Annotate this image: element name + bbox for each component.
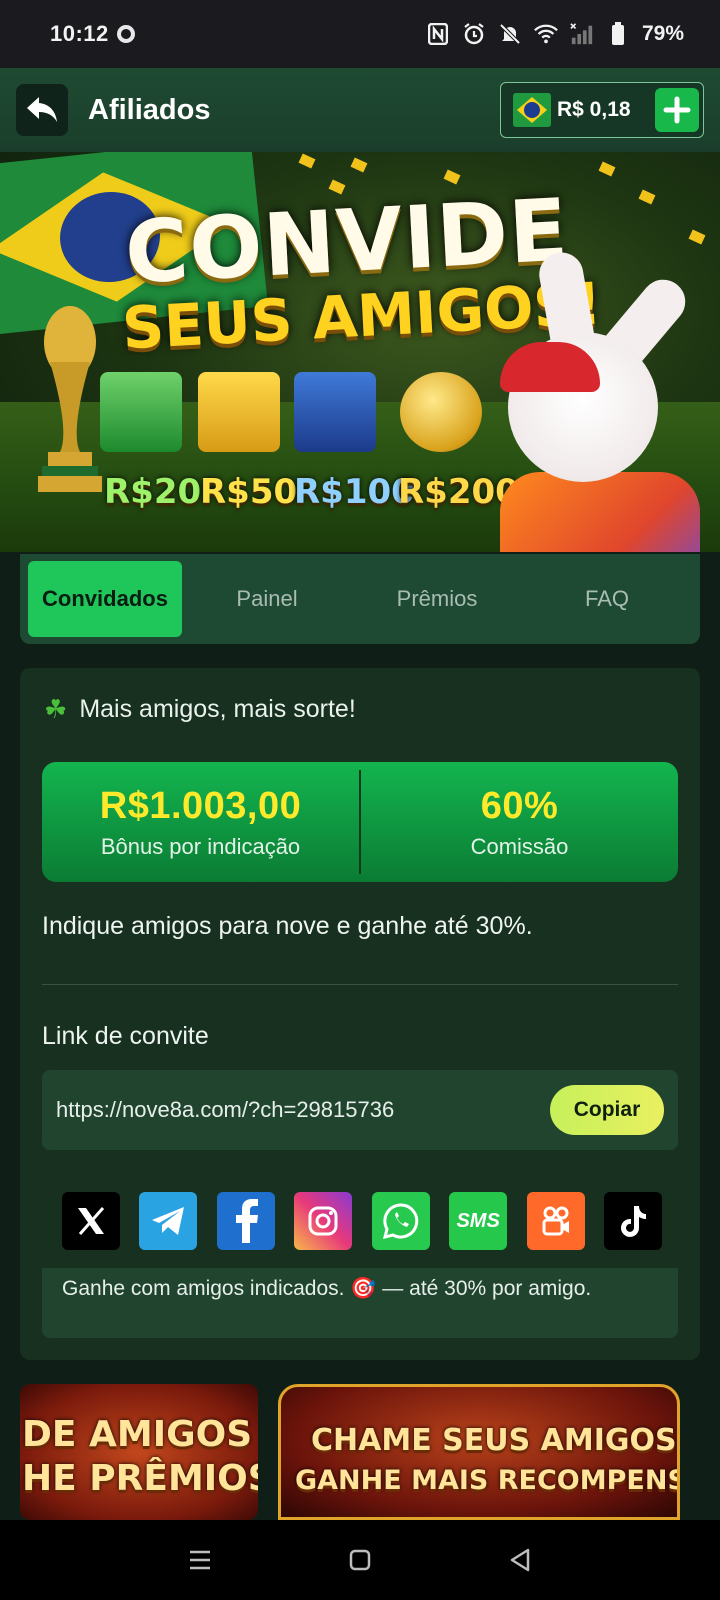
prize-label-1: R$20 xyxy=(104,472,202,512)
x-icon[interactable] xyxy=(62,1192,120,1250)
tab-premios[interactable]: Prêmios xyxy=(352,561,522,637)
back-button[interactable] xyxy=(16,84,68,136)
invite-card: ☘ Mais amigos, mais sorte! R$1.003,00 Bô… xyxy=(20,668,700,1360)
sms-label: SMS xyxy=(456,1209,500,1232)
golden-ball-icon xyxy=(400,372,482,452)
commission-stat: 60% Comissão xyxy=(361,762,678,882)
tab-painel[interactable]: Painel xyxy=(182,561,352,637)
home-icon xyxy=(349,1549,371,1571)
brazil-flag-icon xyxy=(513,93,551,127)
tagline: ☘ Mais amigos, mais sorte! xyxy=(44,694,356,725)
balance-widget[interactable]: R$ 0,18 xyxy=(500,82,704,138)
back-arrow-icon xyxy=(27,97,57,122)
system-nav-bar xyxy=(0,1520,720,1600)
promo-left-line2: HE PRÊMIOS xyxy=(22,1458,258,1499)
promo-right-line2: GANHE MAIS RECOMPENSAS xyxy=(295,1465,677,1496)
treasure-chest-icon xyxy=(294,372,376,452)
footer-note: Ganhe com amigos indicados. 🎯 — até 30% … xyxy=(42,1268,678,1338)
tab-convidados[interactable]: Convidados xyxy=(28,561,182,637)
tab-faq[interactable]: FAQ xyxy=(522,561,692,637)
nfc-icon xyxy=(426,22,450,46)
balance-amount: R$ 0,18 xyxy=(557,98,631,121)
signal-icon xyxy=(570,22,594,46)
battery-percent: 79% xyxy=(641,22,684,45)
invite-link-box: https://nove8a.com/?ch=29815736 Copiar xyxy=(42,1070,678,1150)
home-button[interactable] xyxy=(340,1540,380,1580)
page-title: Afiliados xyxy=(88,93,211,126)
facebook-icon[interactable] xyxy=(216,1192,275,1250)
clover-icon: ☘ xyxy=(44,694,68,724)
instagram-icon[interactable] xyxy=(294,1192,353,1250)
promo-banner-left[interactable]: DE AMIGOS HE PRÊMIOS xyxy=(20,1384,258,1520)
referral-bonus-stat: R$1.003,00 Bônus por indicação xyxy=(42,762,359,882)
promo-banner-right[interactable]: CHAME SEUS AMIGOS GANHE MAIS RECOMPENSAS xyxy=(278,1384,680,1520)
back-triangle-icon xyxy=(510,1548,530,1572)
mute-icon xyxy=(498,22,522,46)
menu-icon xyxy=(190,1550,210,1570)
commission-value: 60% xyxy=(480,784,559,827)
sms-icon[interactable]: SMS xyxy=(449,1192,508,1250)
alarm-icon xyxy=(462,22,486,46)
recent-apps-button[interactable] xyxy=(180,1540,220,1580)
trophy-icon xyxy=(38,306,102,492)
status-icons: 79% xyxy=(426,22,684,46)
deposit-button[interactable] xyxy=(655,88,699,132)
cash-stack-icon xyxy=(100,372,182,452)
whatsapp-icon[interactable] xyxy=(371,1192,430,1250)
status-time: 10:12 xyxy=(50,21,109,46)
stats-panel: R$1.003,00 Bônus por indicação 60% Comis… xyxy=(42,762,678,882)
referral-bonus-label: Bônus por indicação xyxy=(100,833,301,859)
info-text: Indique amigos para nove e ganhe até 30%… xyxy=(42,912,533,940)
back-nav-button[interactable] xyxy=(500,1540,540,1580)
plus-icon xyxy=(663,96,691,124)
prize-label-3: R$100 xyxy=(294,472,415,512)
divider xyxy=(42,984,678,985)
tagline-text: Mais amigos, mais sorte! xyxy=(79,695,356,723)
chrome-icon xyxy=(116,25,135,43)
rabbit-mascot-body xyxy=(500,472,700,552)
tab-bar: Convidados Painel Prêmios FAQ xyxy=(20,554,700,644)
gift-box-icon xyxy=(198,372,280,452)
promo-left-line1: DE AMIGOS xyxy=(22,1414,253,1455)
telegram-icon[interactable] xyxy=(139,1192,198,1250)
battery-icon xyxy=(606,22,630,46)
app-header: Afiliados R$ 0,18 xyxy=(0,68,720,152)
invite-link-label: Link de convite xyxy=(42,1022,209,1050)
invite-link-url[interactable]: https://nove8a.com/?ch=29815736 xyxy=(56,1097,394,1123)
kwai-icon[interactable] xyxy=(526,1192,585,1250)
referral-bonus-value: R$1.003,00 xyxy=(99,784,302,827)
tiktok-icon[interactable] xyxy=(603,1192,662,1250)
share-buttons: SMS xyxy=(62,1192,662,1250)
wifi-icon xyxy=(534,22,558,46)
copy-button[interactable]: Copiar xyxy=(550,1085,664,1135)
commission-label: Comissão xyxy=(470,833,569,859)
status-bar: 10:12 79% xyxy=(0,0,720,68)
promo-right-line1: CHAME SEUS AMIGOS xyxy=(311,1423,677,1458)
hero-banner[interactable]: CONVIDE SEUS AMIGOS! R$20 R$50 R$100 R$2… xyxy=(0,152,720,552)
prize-label-2: R$50 xyxy=(200,472,298,512)
